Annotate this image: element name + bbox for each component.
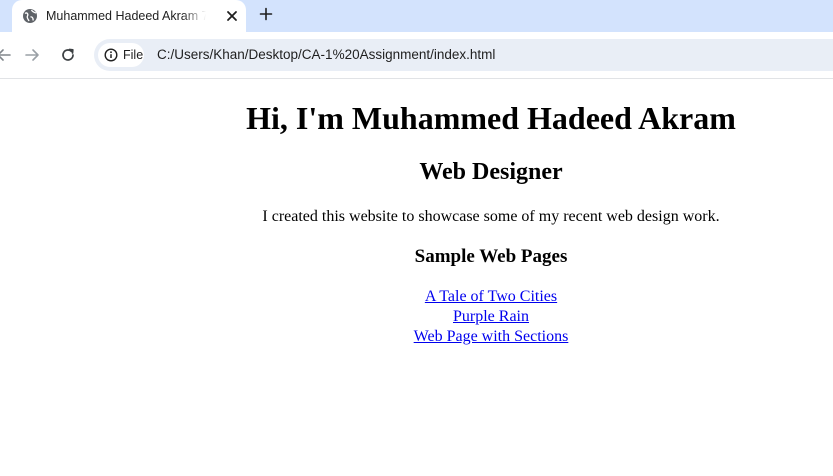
tab-strip-edge — [0, 0, 8, 32]
samples-heading: Sample Web Pages — [414, 246, 568, 267]
active-tab[interactable]: Muhammed Hadeed Akram 742 — [12, 0, 246, 32]
page-heading: Hi, I'm Muhammed Hadeed Akram — [246, 100, 736, 136]
forward-arrow-icon — [25, 49, 39, 61]
tab-title: Muhammed Hadeed Akram 742 — [46, 9, 206, 23]
back-arrow-icon — [0, 49, 11, 61]
browser-toolbar: File C:/Users/Khan/Desktop/CA-1%20Assign… — [0, 32, 833, 79]
back-button[interactable] — [0, 43, 16, 67]
address-bar[interactable]: File C:/Users/Khan/Desktop/CA-1%20Assign… — [94, 39, 833, 71]
tab-strip: Muhammed Hadeed Akram 742 — [0, 0, 833, 32]
link-web-page-with-sections[interactable]: Web Page with Sections — [414, 327, 569, 347]
forward-button[interactable] — [20, 43, 44, 67]
new-tab-button[interactable] — [254, 2, 278, 26]
sample-links-list: A Tale of Two Cities Purple Rain Web Pag… — [150, 287, 832, 347]
page-content: Hi, I'm Muhammed Hadeed Akram Web Design… — [150, 79, 832, 476]
info-icon — [104, 48, 118, 62]
site-info-chip[interactable]: File — [98, 43, 144, 67]
page-subheading: Web Designer — [419, 159, 563, 185]
intro-text: I created this website to showcase some … — [262, 208, 720, 225]
link-tale-of-two-cities[interactable]: A Tale of Two Cities — [425, 287, 557, 307]
url-text[interactable]: C:/Users/Khan/Desktop/CA-1%20Assignment/… — [157, 46, 495, 64]
globe-icon — [22, 8, 38, 24]
tab-close-button[interactable] — [222, 6, 242, 26]
site-chip-label: File — [123, 48, 144, 62]
reload-icon — [62, 48, 74, 61]
plus-icon — [259, 7, 273, 21]
reload-button[interactable] — [56, 43, 80, 67]
close-icon — [227, 11, 237, 21]
link-purple-rain[interactable]: Purple Rain — [453, 307, 529, 327]
